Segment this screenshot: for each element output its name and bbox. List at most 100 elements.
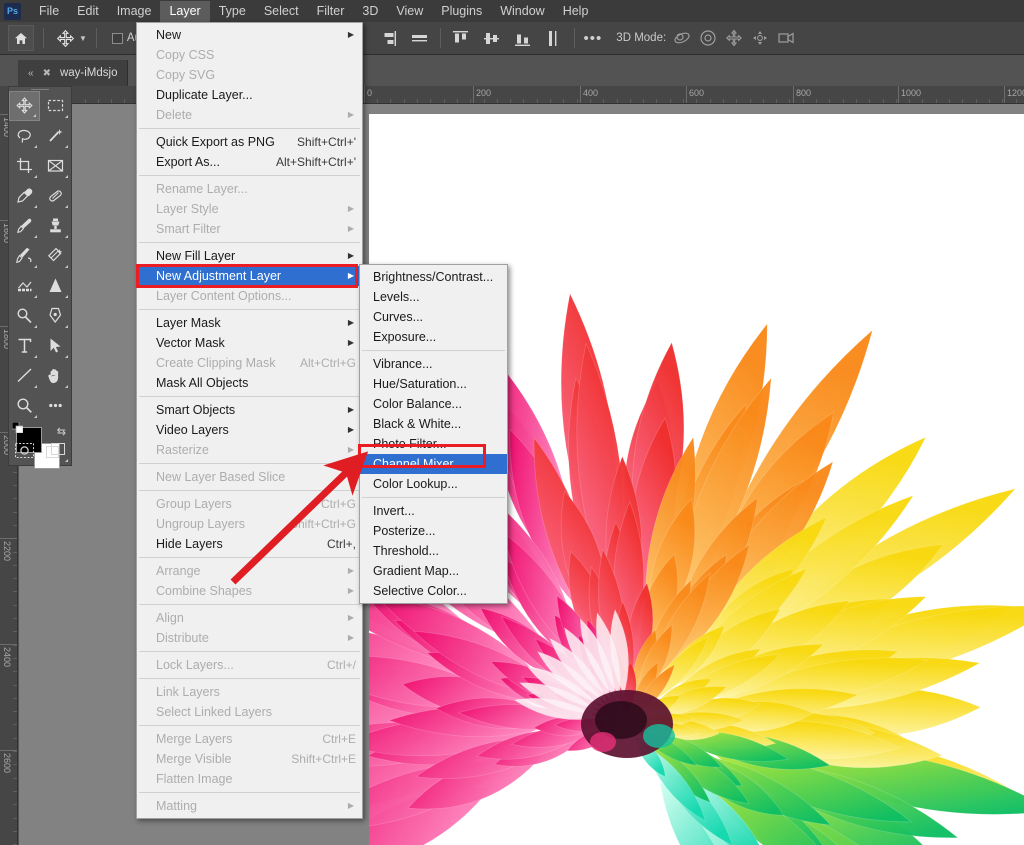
document-tab[interactable]: « ✖ way-iMdsjo <box>18 60 128 86</box>
menu-item-color-lookup[interactable]: Color Lookup... <box>360 474 507 494</box>
menu-item-black-white[interactable]: Black & White... <box>360 414 507 434</box>
menu-item-photo-filter[interactable]: Photo Filter... <box>360 434 507 454</box>
menu-item-rename-layer[interactable]: Rename Layer... <box>137 179 362 199</box>
menu-item-copy-svg[interactable]: Copy SVG <box>137 65 362 85</box>
menu-item-distribute[interactable]: Distribute▶ <box>137 628 362 648</box>
menu-item-link-layers[interactable]: Link Layers <box>137 682 362 702</box>
menu-item-select[interactable]: Select <box>255 1 308 22</box>
align-bottom-edges-icon[interactable] <box>512 27 534 49</box>
menu-item-new-adjustment-layer[interactable]: New Adjustment Layer▶ <box>137 266 362 286</box>
edit-toolbar-tool-icon[interactable] <box>40 391 71 421</box>
3d-pan-icon[interactable] <box>725 29 743 47</box>
menu-item-merge-visible[interactable]: Merge VisibleShift+Ctrl+E <box>137 749 362 769</box>
menu-item-quick-export-as-png[interactable]: Quick Export as PNGShift+Ctrl+' <box>137 132 362 152</box>
zoom-tool-icon[interactable] <box>9 391 40 421</box>
rectangular-marquee-tool-icon[interactable] <box>40 91 71 121</box>
history-brush-tool-icon[interactable] <box>9 241 40 271</box>
lasso-tool-icon[interactable] <box>9 121 40 151</box>
menu-item-levels[interactable]: Levels... <box>360 287 507 307</box>
clone-stamp-tool-icon[interactable] <box>40 211 71 241</box>
menu-item-threshold[interactable]: Threshold... <box>360 541 507 561</box>
line-tool-icon[interactable] <box>9 361 40 391</box>
menu-item-color-balance[interactable]: Color Balance... <box>360 394 507 414</box>
menu-item-selective-color[interactable]: Selective Color... <box>360 581 507 601</box>
pen-tool-icon[interactable] <box>40 301 71 331</box>
menu-item-channel-mixer[interactable]: Channel Mixer... <box>360 454 507 474</box>
menu-item-hue-saturation[interactable]: Hue/Saturation... <box>360 374 507 394</box>
menu-item-view[interactable]: View <box>387 1 432 22</box>
menu-item-vibrance[interactable]: Vibrance... <box>360 354 507 374</box>
chevron-down-icon[interactable]: ▼ <box>79 34 87 43</box>
menu-item-layer-mask[interactable]: Layer Mask▶ <box>137 313 362 333</box>
menu-item-flatten-image[interactable]: Flatten Image <box>137 769 362 789</box>
path-selection-tool-icon[interactable] <box>40 331 71 361</box>
menu-item-mask-all-objects[interactable]: Mask All Objects <box>137 373 362 393</box>
3d-roll-icon[interactable] <box>699 29 717 47</box>
brush-tool-icon[interactable] <box>9 211 40 241</box>
menu-item-layer-content-options[interactable]: Layer Content Options... <box>137 286 362 306</box>
close-icon[interactable]: ✖ <box>43 68 51 79</box>
menu-item-brightness-contrast[interactable]: Brightness/Contrast... <box>360 267 507 287</box>
menu-item-smart-objects[interactable]: Smart Objects▶ <box>137 400 362 420</box>
healing-brush-tool-icon[interactable] <box>40 181 71 211</box>
crop-tool-icon[interactable] <box>9 151 40 181</box>
menu-item-edit[interactable]: Edit <box>68 1 108 22</box>
menu-item-smart-filter[interactable]: Smart Filter▶ <box>137 219 362 239</box>
new-adjustment-layer-submenu[interactable]: Brightness/Contrast...Levels...Curves...… <box>359 264 508 604</box>
menu-item-type[interactable]: Type <box>210 1 255 22</box>
menu-item-layer-style[interactable]: Layer Style▶ <box>137 199 362 219</box>
menu-item-file[interactable]: File <box>30 1 68 22</box>
frame-tool-icon[interactable] <box>40 151 71 181</box>
menu-item-export-as[interactable]: Export As...Alt+Shift+Ctrl+' <box>137 152 362 172</box>
menu-item-align[interactable]: Align▶ <box>137 608 362 628</box>
menu-item-image[interactable]: Image <box>108 1 161 22</box>
dodge-tool-icon[interactable] <box>9 301 40 331</box>
collapse-icon[interactable]: « <box>28 68 34 79</box>
move-tool-icon[interactable] <box>9 91 40 121</box>
eyedropper-tool-icon[interactable] <box>9 181 40 211</box>
align-right-edges-icon[interactable] <box>378 27 400 49</box>
align-top-edges-icon[interactable] <box>450 27 472 49</box>
menu-item-filter[interactable]: Filter <box>308 1 354 22</box>
default-colors-icon[interactable] <box>12 422 23 433</box>
hand-tool-icon[interactable] <box>40 361 71 391</box>
menu-item-curves[interactable]: Curves... <box>360 307 507 327</box>
quick-mask-icon[interactable] <box>9 435 40 465</box>
menu-item-help[interactable]: Help <box>554 1 598 22</box>
home-icon[interactable] <box>8 25 34 51</box>
magic-wand-tool-icon[interactable] <box>40 121 71 151</box>
menu-item-layer[interactable]: Layer <box>160 1 209 22</box>
menu-item-new-fill-layer[interactable]: New Fill Layer▶ <box>137 246 362 266</box>
menu-item-plugins[interactable]: Plugins <box>432 1 491 22</box>
menu-item-window[interactable]: Window <box>491 1 553 22</box>
menu-item-lock-layers[interactable]: Lock Layers...Ctrl+/ <box>137 655 362 675</box>
layer-menu-dropdown[interactable]: New▶Copy CSSCopy SVGDuplicate Layer...De… <box>136 22 363 819</box>
menu-item-duplicate-layer[interactable]: Duplicate Layer... <box>137 85 362 105</box>
menu-item-create-clipping-mask[interactable]: Create Clipping MaskAlt+Ctrl+G <box>137 353 362 373</box>
distribute-vertical-icon[interactable] <box>543 27 565 49</box>
move-tool-icon[interactable] <box>53 26 77 50</box>
menu-item-delete[interactable]: Delete▶ <box>137 105 362 125</box>
menu-item-merge-layers[interactable]: Merge LayersCtrl+E <box>137 729 362 749</box>
menu-item-gradient-map[interactable]: Gradient Map... <box>360 561 507 581</box>
menu-item-vector-mask[interactable]: Vector Mask▶ <box>137 333 362 353</box>
more-options-icon[interactable]: ••• <box>584 30 603 47</box>
3d-slide-icon[interactable] <box>751 29 769 47</box>
3d-orbit-icon[interactable] <box>673 29 691 47</box>
gradient-tool-icon[interactable] <box>9 271 40 301</box>
3d-camera-icon[interactable] <box>777 29 795 47</box>
menu-item-matting[interactable]: Matting▶ <box>137 796 362 816</box>
menu-item-video-layers[interactable]: Video Layers▶ <box>137 420 362 440</box>
color-swatches[interactable]: ⇆ <box>12 425 68 435</box>
checkbox-box[interactable] <box>112 33 123 44</box>
blur-tool-icon[interactable] <box>40 271 71 301</box>
menu-item-posterize[interactable]: Posterize... <box>360 521 507 541</box>
distribute-horizontal-icon[interactable] <box>409 27 431 49</box>
type-tool-icon[interactable] <box>9 331 40 361</box>
eraser-tool-icon[interactable] <box>40 241 71 271</box>
menu-item-new[interactable]: New▶ <box>137 25 362 45</box>
menu-item-exposure[interactable]: Exposure... <box>360 327 507 347</box>
menu-item-select-linked-layers[interactable]: Select Linked Layers <box>137 702 362 722</box>
menu-item-copy-css[interactable]: Copy CSS <box>137 45 362 65</box>
menu-item-3d[interactable]: 3D <box>353 1 387 22</box>
